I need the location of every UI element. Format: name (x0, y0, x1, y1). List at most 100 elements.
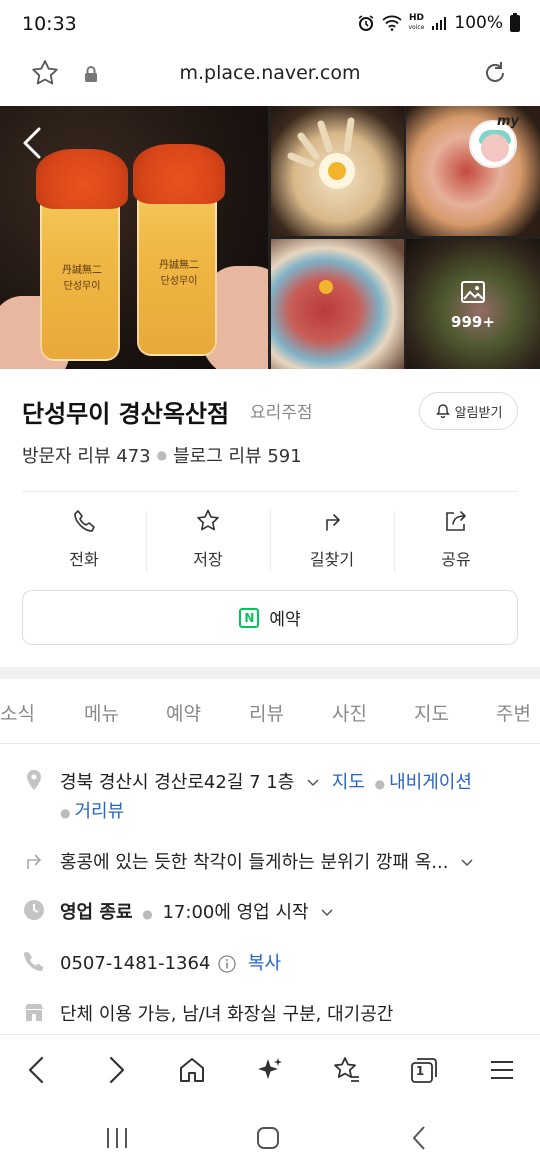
browser-ai-button[interactable] (255, 1055, 285, 1085)
alarm-icon (358, 15, 373, 31)
recent-apps-icon[interactable] (102, 1123, 132, 1153)
save-button[interactable]: 저장 (146, 506, 270, 578)
section-separator (0, 667, 540, 679)
tab-reviews[interactable]: 리뷰 (249, 699, 284, 726)
browser-home-button[interactable] (177, 1055, 207, 1085)
alarm-button[interactable]: 알림받기 (419, 392, 518, 430)
star-list-icon (334, 1057, 359, 1082)
photo-thumb-3[interactable] (271, 239, 404, 369)
hours-row[interactable]: 영업 종료 ● 17:00에 영업 시작 (22, 898, 518, 923)
tab-map[interactable]: 지도 (414, 699, 449, 726)
call-label: 전화 (69, 550, 99, 569)
tab-menu[interactable]: 메뉴 (84, 699, 119, 726)
reload-icon[interactable] (480, 58, 510, 88)
directions-icon (326, 514, 340, 531)
home-icon (180, 1058, 204, 1082)
gallery-icon (461, 281, 485, 303)
naver-booking-icon: N (239, 607, 260, 628)
url-bar: m.place.naver.com (0, 50, 540, 106)
home-nav-icon[interactable] (253, 1123, 283, 1153)
reserve-label: 예약 (269, 610, 301, 630)
chevron-right-icon (109, 1056, 125, 1084)
chevron-down-icon[interactable] (320, 906, 334, 920)
store-icon (25, 1004, 43, 1021)
browser-tabs-button[interactable]: 1 (409, 1055, 439, 1085)
facilities-text: 단체 이용 가능, 남/녀 화장실 구분, 대기공간 (60, 1004, 394, 1025)
action-buttons: 전화 저장 길찾기 공유 (22, 506, 518, 578)
hours-next: 17:00에 영업 시작 (162, 902, 309, 923)
street-view-link[interactable]: 거리뷰 (74, 801, 124, 822)
description-row[interactable]: 홍콩에 있는 듯한 착각이 들게하는 분위기 깡패 옥... (22, 848, 518, 873)
browser-forward-button[interactable] (101, 1055, 131, 1085)
browser-back-button[interactable] (22, 1055, 52, 1085)
review-summary: 방문자 리뷰 473 ● 블로그 리뷰 591 (22, 442, 302, 468)
divider (22, 491, 518, 492)
directions-label: 길찾기 (309, 550, 355, 569)
description-text: 홍콩에 있는 듯한 착각이 들게하는 분위기 깡패 옥... (60, 852, 449, 873)
chevron-down-icon[interactable] (306, 776, 320, 790)
hours-status: 영업 종료 (60, 902, 133, 923)
hamburger-menu-icon (491, 1061, 513, 1079)
directions-button[interactable]: 길찾기 (270, 506, 394, 578)
navigation-link[interactable]: 내비게이션 (389, 772, 472, 793)
status-time: 10:33 (22, 13, 77, 35)
browser-menu-button[interactable] (487, 1055, 517, 1085)
status-icons: HD voice 100% (357, 12, 520, 33)
glass-label: 丹誠無二 단성무이 (62, 265, 102, 292)
phone-icon (24, 952, 44, 972)
clock-icon (24, 900, 44, 920)
call-button[interactable]: 전화 (22, 506, 146, 578)
system-navigation-bar (0, 1105, 540, 1170)
visitor-reviews-link[interactable]: 방문자 리뷰 473 (22, 442, 151, 468)
back-arrow-icon[interactable] (20, 126, 44, 160)
address-row: 경북 경산시 경산로42길 7 1층 지도 ● 내비게이션 ● 거리뷰 (22, 768, 518, 824)
share-button[interactable]: 공유 (394, 506, 518, 578)
tab-count: 1 (415, 1064, 425, 1078)
my-tag: my (497, 114, 520, 129)
place-category: 요리주점 (250, 403, 313, 423)
wifi-icon (381, 15, 402, 31)
battery-icon (510, 12, 520, 32)
save-label: 저장 (193, 550, 223, 569)
more-photos-count: 999+ (451, 313, 495, 331)
browser-toolbar: 1 (0, 1035, 540, 1105)
dish-illustration (319, 280, 333, 294)
tab-nearby[interactable]: 주변 (496, 699, 531, 726)
tab-photos[interactable]: 사진 (332, 699, 367, 726)
browser-bookmarks-button[interactable] (331, 1055, 361, 1085)
photo-thumb-1[interactable] (271, 106, 404, 236)
phone-row: 0507-1481-1364 복사 (22, 949, 518, 974)
map-link[interactable]: 지도 (332, 772, 365, 793)
url-text[interactable]: m.place.naver.com (0, 62, 540, 84)
bell-plus-icon (435, 404, 450, 419)
separator-dot: ● (156, 448, 168, 462)
direction-arrow-icon (27, 854, 41, 869)
share-label: 공유 (441, 550, 471, 569)
chevron-down-icon[interactable] (460, 856, 474, 870)
copy-phone-link[interactable]: 복사 (248, 953, 281, 974)
drink-glass-left: 丹誠無二 단성무이 (36, 149, 128, 361)
blog-reviews-link[interactable]: 블로그 리뷰 591 (173, 442, 302, 468)
phone-number[interactable]: 0507-1481-1364 (60, 953, 210, 974)
back-nav-icon[interactable] (405, 1123, 435, 1153)
info-icon[interactable] (218, 955, 236, 973)
tab-news[interactable]: 소식 (0, 699, 35, 726)
main-photo[interactable]: 丹誠無二 단성무이 丹誠無二 단성무이 (0, 106, 268, 369)
chevron-left-icon (28, 1056, 44, 1084)
status-bar: 10:33 HD voice 100% (0, 0, 540, 50)
reserve-button[interactable]: N 예약 (22, 590, 518, 645)
alarm-label: 알림받기 (454, 405, 503, 421)
hd-voice-indicator: HD voice (408, 13, 425, 32)
phone-icon (74, 510, 95, 532)
glass-label: 丹誠無二 단성무이 (159, 260, 199, 287)
photo-thumb-more[interactable]: 999+ (406, 239, 540, 369)
place-name: 단성무이 경산옥산점 (22, 400, 230, 428)
signal-icon (432, 16, 447, 30)
tab-reserve[interactable]: 예약 (166, 699, 201, 726)
battery-percent: 100% (454, 13, 503, 33)
photo-thumb-2[interactable] (406, 106, 540, 236)
facilities-row: 단체 이용 가능, 남/녀 화장실 구분, 대기공간 (22, 1000, 518, 1025)
address-text: 경북 경산시 경산로42길 7 1층 (60, 772, 295, 793)
star-icon (197, 509, 219, 531)
location-pin-icon (27, 770, 41, 790)
